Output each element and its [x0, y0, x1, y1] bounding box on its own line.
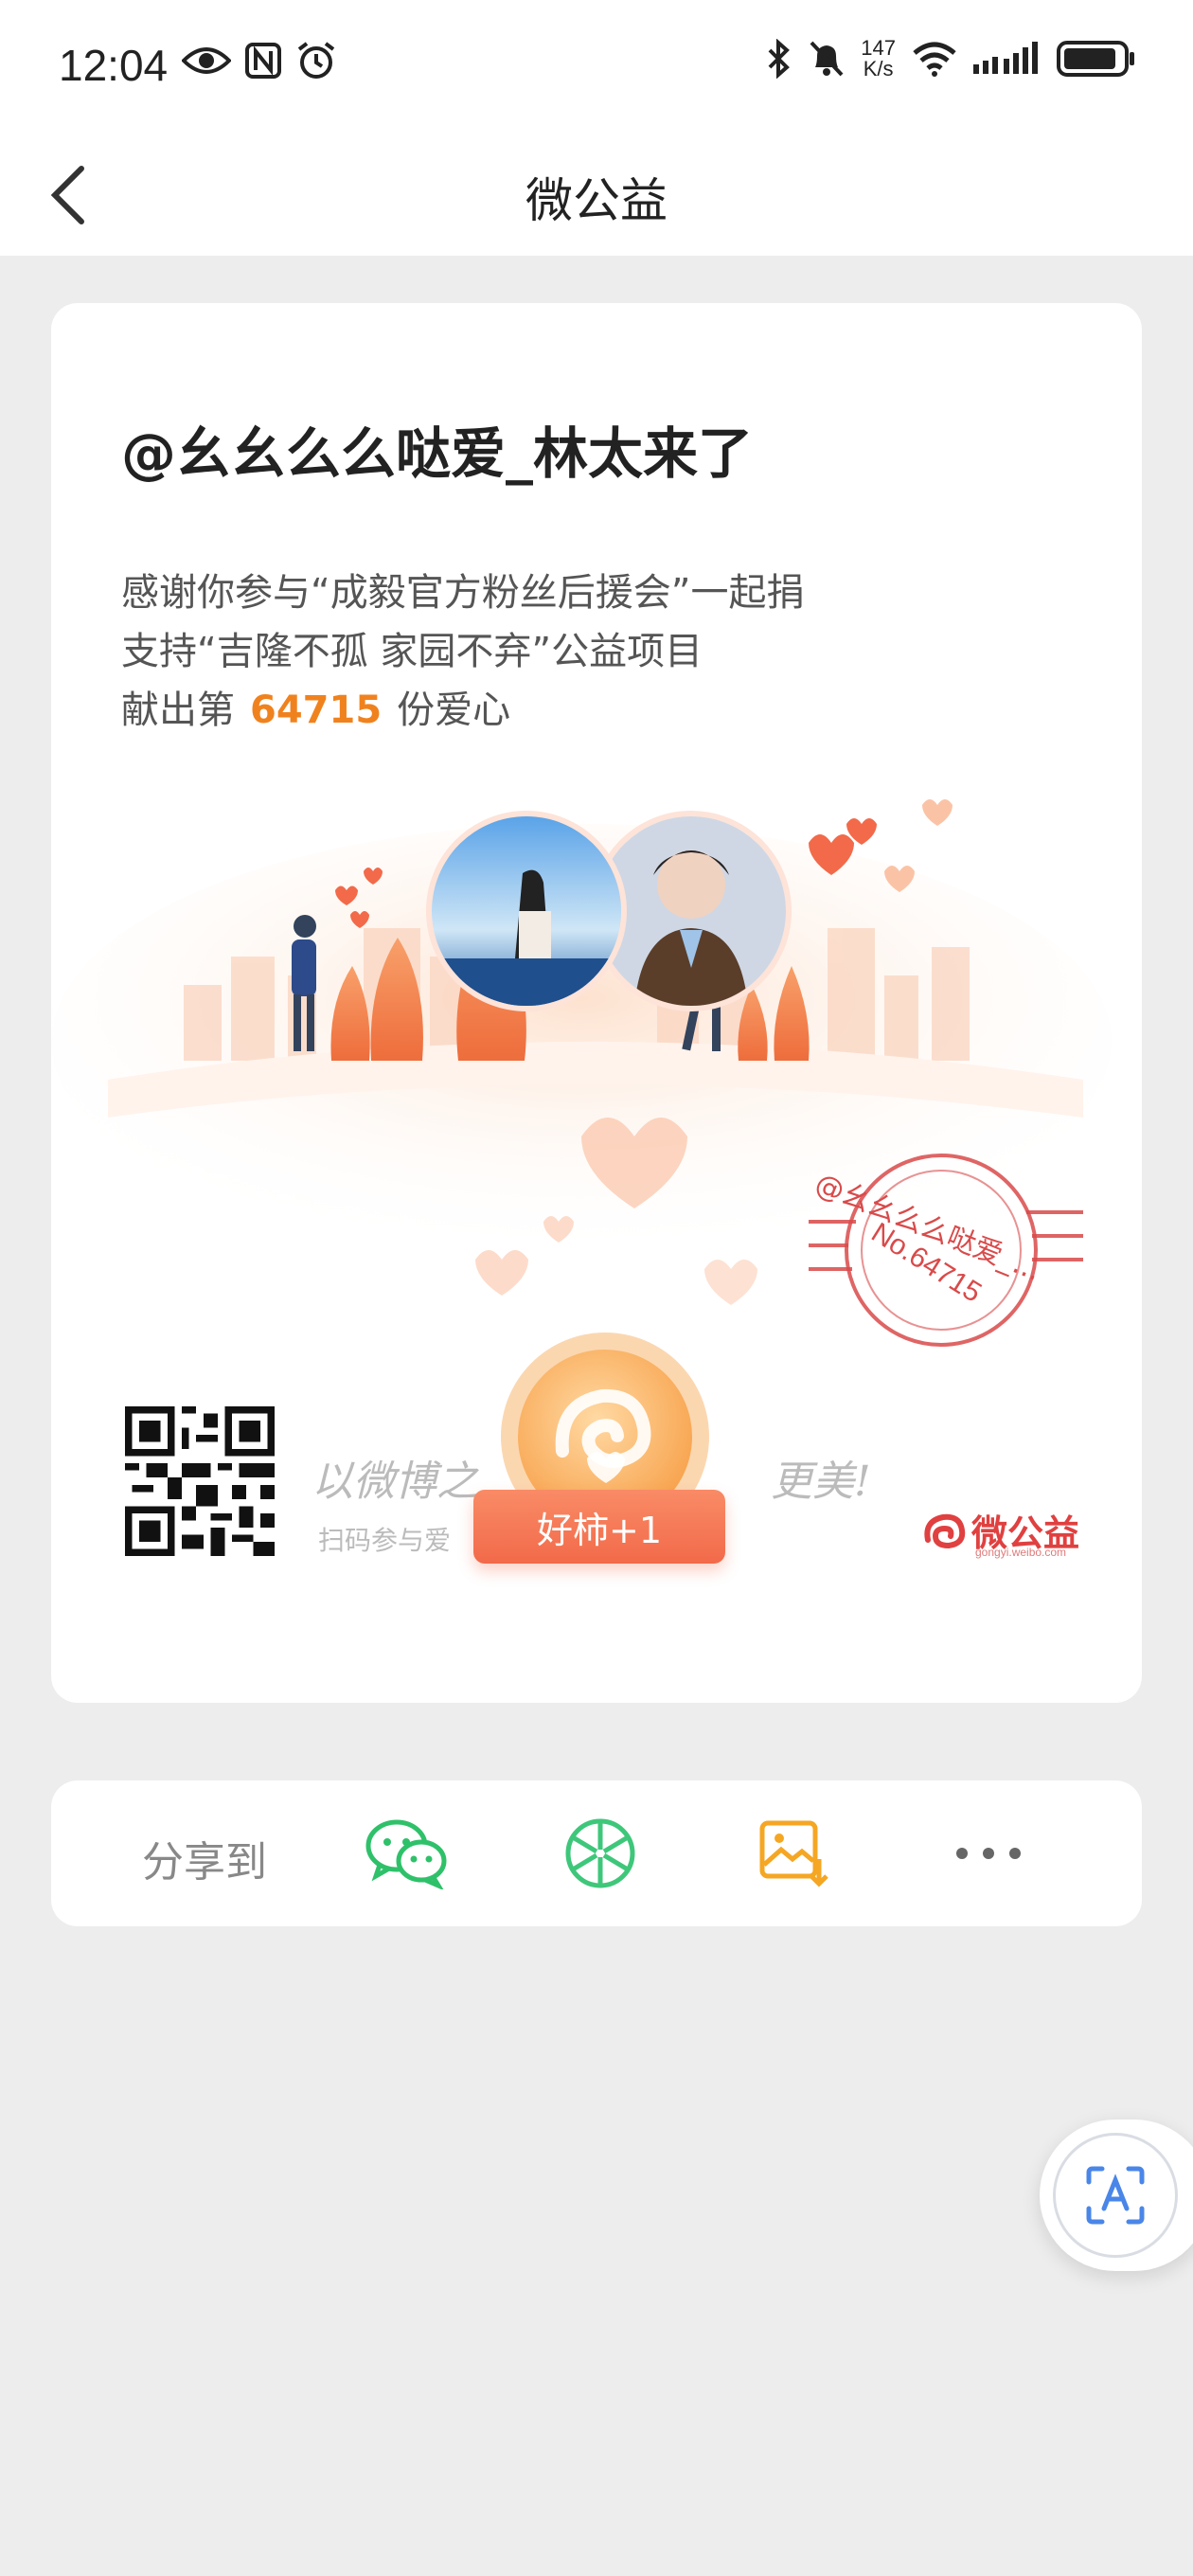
status-right-icons: 147 K/s	[766, 38, 1136, 80]
app-header: 微公益	[0, 133, 1193, 256]
status-time: 12:04	[59, 41, 169, 90]
save-image-button[interactable]	[752, 1811, 837, 1896]
username: @幺幺么么哒爱_林太来了	[121, 421, 754, 486]
wifi-icon	[913, 42, 956, 77]
thanks-message: 感谢你参与“成毅官方粉丝后援会”一起捐 支持“吉隆不孤 家园不弃”公益项目 献出…	[121, 564, 804, 740]
brand-url: gongyi.weibo.com	[975, 1546, 1067, 1559]
thanks-line-1: 感谢你参与“成毅官方粉丝后援会”一起捐	[121, 571, 805, 615]
weibo-charity-logo-icon	[924, 1513, 966, 1548]
more-button[interactable]	[946, 1811, 1031, 1896]
thanks-line-3: 献出第 64715 份爱心	[121, 689, 511, 732]
donation-certificate-card: @幺幺么么哒爱_林太来了 感谢你参与“成毅官方粉丝后援会”一起捐 支持“吉隆不孤…	[51, 303, 1142, 1703]
donation-count: 64715	[250, 689, 383, 732]
save-image-icon	[759, 1820, 828, 1887]
alarm-icon	[297, 42, 335, 79]
network-speed: 147 K/s	[861, 36, 896, 80]
badge-label: 好柿+1	[473, 1490, 725, 1564]
scan-text-icon	[1086, 2166, 1145, 2225]
status-bar: 12:04 147 K/s	[0, 0, 1193, 133]
slogan-left: 以微博之	[312, 1458, 478, 1506]
wechat-icon	[365, 1819, 447, 1889]
scan-hint: 扫码参与爱	[318, 1525, 452, 1556]
thanks-line-2: 支持“吉隆不孤 家园不弃”公益项目	[121, 630, 703, 673]
bluetooth-icon	[768, 39, 791, 79]
floating-scan-text-button[interactable]	[1040, 2120, 1193, 2271]
slogan-right: 更美!	[771, 1458, 871, 1506]
share-wechat-button[interactable]	[364, 1811, 449, 1896]
signal-icon	[973, 42, 1038, 74]
status-left-icons	[182, 42, 337, 80]
battery-icon	[1057, 41, 1134, 77]
share-moments-button[interactable]	[558, 1811, 643, 1896]
share-label: 分享到	[142, 1838, 267, 1887]
moments-icon	[565, 1818, 635, 1888]
more-icon	[956, 1848, 1021, 1859]
qr-code	[125, 1406, 275, 1556]
floating-button-ring	[1053, 2133, 1178, 2258]
page-title: 微公益	[525, 173, 668, 228]
mute-bell-icon	[810, 41, 844, 77]
share-bar: 分享到	[51, 1780, 1142, 1926]
nfc-icon	[245, 43, 281, 79]
user-avatar	[426, 811, 627, 1011]
eye-icon	[182, 47, 231, 74]
